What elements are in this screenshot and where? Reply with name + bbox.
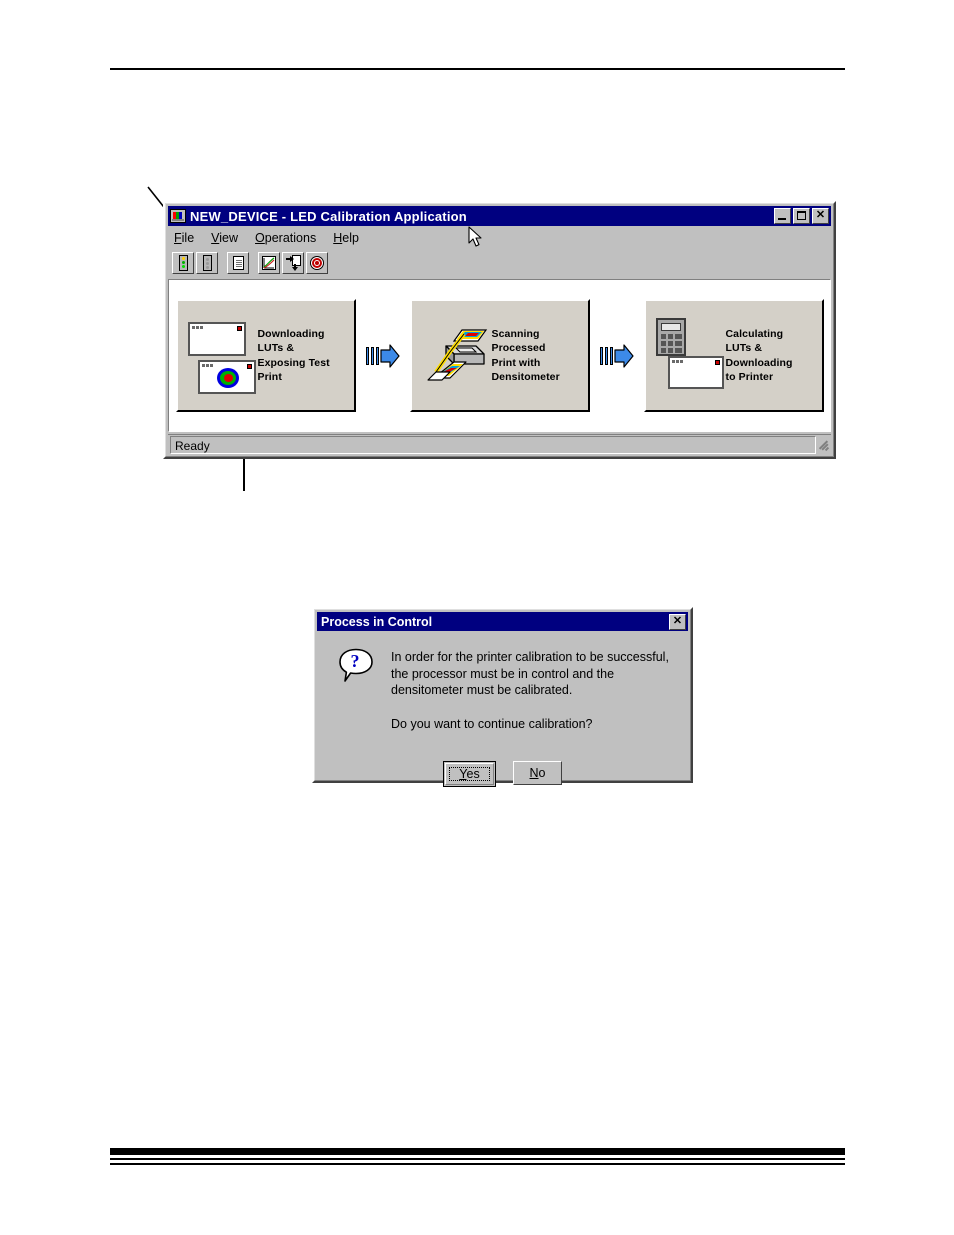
report-button[interactable] xyxy=(227,251,249,274)
traffic-light-off-icon xyxy=(203,254,212,271)
step-scanning-label: Scanning Processed Print with Densitomet… xyxy=(491,327,560,384)
minimize-button[interactable] xyxy=(774,208,791,224)
menu-item-view[interactable]: View xyxy=(211,231,238,245)
step-downloading-luts[interactable]: Downloading LUTs & Exposing Test Print xyxy=(175,299,356,412)
step-calculating-luts[interactable]: Calculating LUTs & Downloading to Printe… xyxy=(643,299,824,412)
dialog-message-paragraph-1: In order for the printer calibration to … xyxy=(391,650,669,697)
page-footer-rule-thick xyxy=(110,1148,845,1155)
curves-button[interactable] xyxy=(258,251,280,274)
menu-item-help[interactable]: Help xyxy=(333,231,359,245)
step-calculating-label: Calculating LUTs & Downloading to Printe… xyxy=(725,327,793,384)
dialog-body: ? In order for the printer calibration t… xyxy=(317,635,688,787)
dialog-button-row: Yes No xyxy=(317,761,688,787)
page-header-rule xyxy=(110,68,845,70)
menu-bar: File View Operations Help xyxy=(168,228,831,247)
step-scanning-print[interactable]: Scanning Processed Print with Densitomet… xyxy=(409,299,590,412)
arrow-right-icon-1 xyxy=(365,343,400,369)
device-screen-icon xyxy=(170,209,186,223)
status-bar: Ready xyxy=(168,434,831,454)
graph-curve-icon xyxy=(262,255,276,270)
bullseye-target-icon xyxy=(310,255,324,270)
traffic-light-on-icon xyxy=(179,254,188,271)
maximize-button[interactable] xyxy=(793,208,810,224)
calibrate-target-button[interactable] xyxy=(306,251,328,274)
resize-grip-icon[interactable] xyxy=(816,438,830,452)
monitor-and-test-print-icon xyxy=(186,316,258,396)
dialog-title: Process in Control xyxy=(321,614,433,629)
toolbar xyxy=(168,248,831,277)
calculator-and-monitor-icon xyxy=(654,316,726,396)
menu-item-operations[interactable]: Operations xyxy=(255,231,316,245)
arrow-right-icon-2 xyxy=(599,343,634,369)
status-text: Ready xyxy=(170,435,816,454)
transfer-page-icon xyxy=(286,254,301,271)
led-calibration-application-window: NEW_DEVICE - LED Calibration Application… xyxy=(163,201,836,459)
calibration-flow-row: Downloading LUTs & Exposing Test Print S… xyxy=(169,280,830,431)
calculator-icon xyxy=(655,317,686,356)
window-title: NEW_DEVICE - LED Calibration Application xyxy=(190,208,467,224)
svg-text:?: ? xyxy=(351,651,360,671)
calibration-flow-client-area: Downloading LUTs & Exposing Test Print S… xyxy=(168,279,831,432)
dialog-message-paragraph-2: Do you want to continue calibration? xyxy=(391,716,593,731)
dialog-message: In order for the printer calibration to … xyxy=(391,649,680,732)
dialog-titlebar[interactable]: Process in Control ✕ xyxy=(317,612,688,631)
dialog-close-button[interactable]: ✕ xyxy=(669,613,686,630)
question-mark-icon: ? xyxy=(339,648,373,682)
step-downloading-label: Downloading LUTs & Exposing Test Print xyxy=(257,327,330,384)
menu-item-file[interactable]: File xyxy=(174,231,194,245)
status-light-off-button[interactable] xyxy=(196,251,218,274)
no-button[interactable]: No xyxy=(513,761,562,785)
no-button-label: No xyxy=(529,766,546,780)
page-footer-rule-thin-2 xyxy=(110,1163,845,1165)
process-in-control-dialog: Process in Control ✕ ? In order for the … xyxy=(312,607,693,787)
status-light-on-button[interactable] xyxy=(172,251,194,274)
window-controls: ✕ xyxy=(774,208,829,224)
document-icon xyxy=(233,255,244,270)
window-titlebar[interactable]: NEW_DEVICE - LED Calibration Application… xyxy=(168,206,831,226)
close-button[interactable]: ✕ xyxy=(812,208,829,224)
densitometer-scanner-icon xyxy=(420,316,492,396)
yes-button[interactable]: Yes xyxy=(443,761,496,787)
page-footer-rule-thin-1 xyxy=(110,1158,845,1160)
download-lut-button[interactable] xyxy=(282,251,304,274)
